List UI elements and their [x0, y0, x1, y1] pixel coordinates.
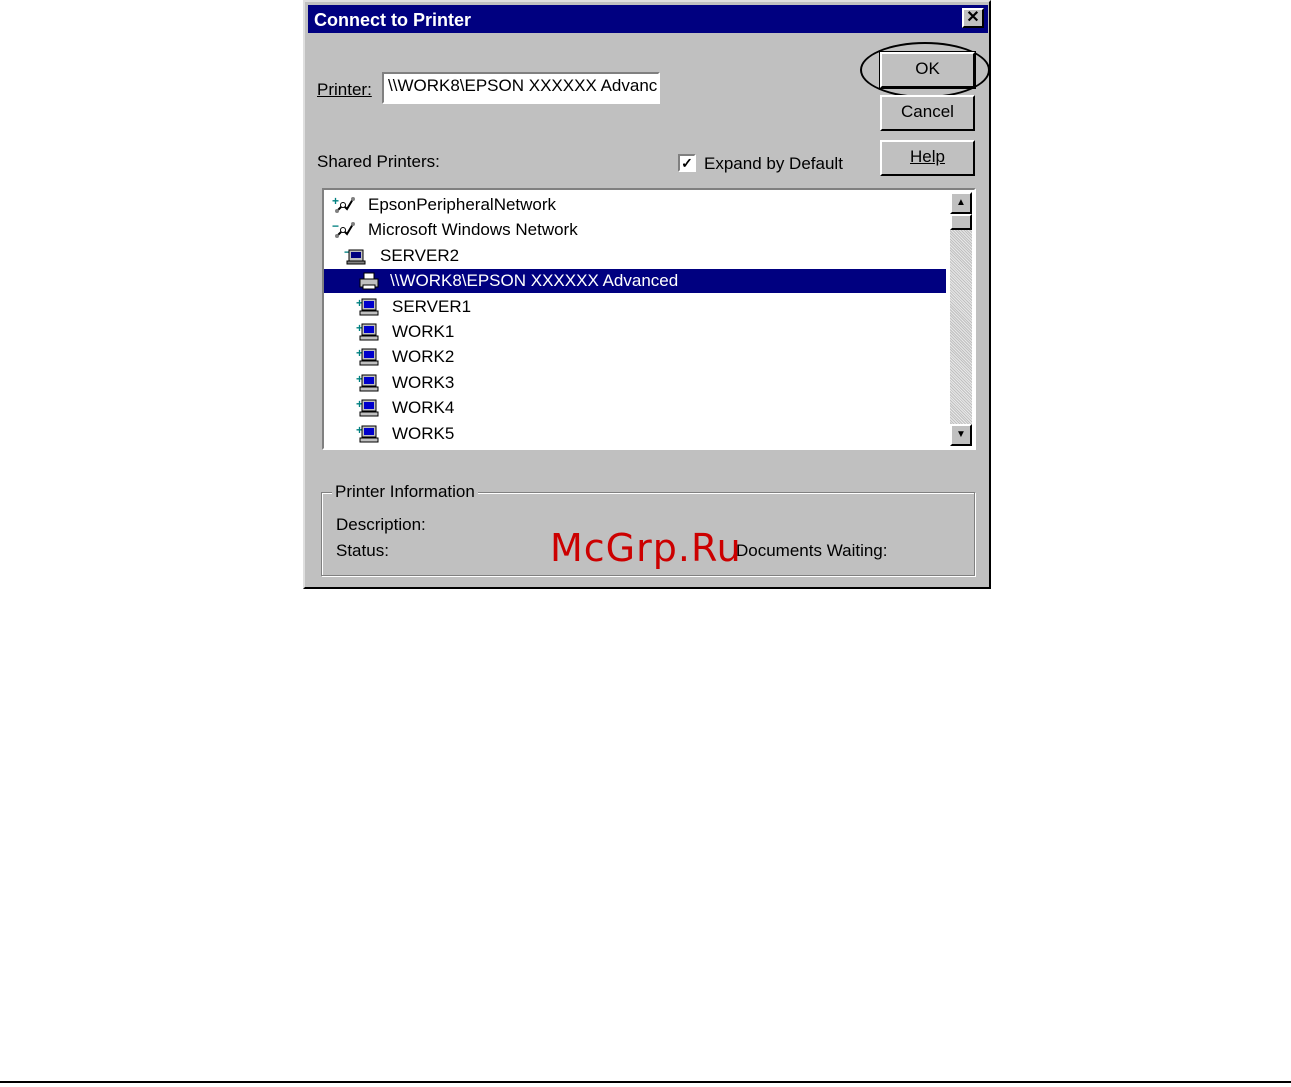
tree-item-label: WORK2 — [392, 347, 455, 367]
printer-information-title: Printer Information — [332, 482, 478, 502]
tree-item-label: WORK3 — [392, 372, 455, 392]
tree-item-label: SERVER2 — [380, 245, 460, 265]
printer-input[interactable]: \\WORK8\EPSON XXXXXX Advanced — [382, 72, 660, 104]
computer-icon — [358, 322, 380, 342]
documents-waiting-label: Documents Waiting: — [736, 541, 888, 560]
expand-by-default-checkbox[interactable]: ✓ — [678, 154, 696, 172]
page-bottom-rule — [0, 1081, 1291, 1083]
description-label: Description: — [336, 515, 426, 534]
network-icon — [334, 220, 356, 240]
tree-scrollbar[interactable]: ▲ ▼ — [950, 192, 972, 446]
computer-icon — [358, 373, 380, 393]
computer-icon — [358, 347, 380, 367]
scroll-thumb[interactable] — [950, 214, 972, 230]
tree-item-label: WORK1 — [392, 322, 455, 341]
tree-item-label: EpsonPeripheralNetwork — [368, 195, 557, 214]
expand-by-default-label[interactable]: Expand by Default — [704, 154, 843, 174]
tree-item[interactable]: − SERVER2 — [324, 244, 944, 268]
scroll-down-button[interactable]: ▼ — [950, 424, 972, 446]
help-button-label: Help — [910, 147, 945, 166]
close-button[interactable]: ✕ — [962, 8, 984, 28]
computer-icon — [358, 424, 380, 444]
help-button[interactable]: Help — [880, 140, 975, 176]
ok-button[interactable]: OK — [879, 51, 976, 89]
tree-item-label: Microsoft Windows Network — [368, 220, 578, 240]
connect-to-printer-dialog: Connect to Printer ✕ Printer: \\WORK8\EP… — [303, 0, 991, 589]
status-label: Status: — [336, 541, 389, 560]
tree-item-label: \\WORK8\EPSON XXXXXX Advanced — [390, 271, 679, 291]
tree-item[interactable]: − Microsoft Windows Network — [324, 218, 944, 242]
tree-item[interactable]: + WORK5 — [324, 422, 944, 446]
tree-item[interactable]: + WORK1 — [324, 320, 944, 344]
tree-item[interactable]: \\WORK8\EPSON XXXXXX Advanced — [324, 269, 946, 294]
scroll-up-button[interactable]: ▲ — [950, 192, 972, 214]
printer-label-text: Printer: — [317, 80, 372, 99]
watermark-text: McGrp.Ru — [550, 526, 742, 570]
computer-icon — [358, 297, 380, 317]
tree-item[interactable]: + WORK2 — [324, 345, 944, 369]
window-title: Connect to Printer — [314, 10, 472, 30]
network-icon — [334, 195, 356, 215]
title-bar[interactable]: Connect to Printer ✕ — [308, 5, 988, 33]
tree-item[interactable]: + WORK4 — [324, 396, 944, 420]
cancel-button[interactable]: Cancel — [880, 95, 975, 131]
tree-item[interactable]: + WORK3 — [324, 371, 944, 395]
server-icon — [346, 246, 368, 266]
printer-icon — [358, 271, 380, 291]
tree-item[interactable]: + SERVER1 — [324, 295, 944, 319]
tree-item[interactable]: + EpsonPeripheralNetwork — [324, 193, 944, 217]
printer-label: Printer: — [317, 80, 372, 100]
shared-printers-label: Shared Printers: — [317, 152, 440, 171]
tree-item-label: SERVER1 — [392, 296, 472, 316]
tree-item-label: WORK5 — [392, 423, 455, 443]
shared-printers-tree[interactable]: + EpsonPeripheralNetwork − Microsoft Window… — [322, 188, 976, 450]
tree-item-label: WORK4 — [392, 398, 455, 418]
computer-icon — [358, 398, 380, 418]
